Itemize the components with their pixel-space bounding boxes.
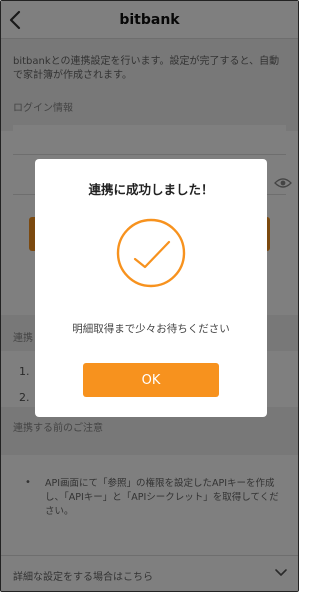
- dialog-title: 連携に成功しました！: [88, 182, 214, 197]
- ok-button[interactable]: OK: [83, 363, 219, 397]
- dialog-message: 明細取得まで少々お待ちください: [72, 323, 230, 335]
- app-frame: bitbank bitbankとの連携設定を行います。設定が完了すると、自動で家…: [0, 0, 299, 592]
- check-circle-icon: [116, 218, 186, 288]
- success-dialog: 連携に成功しました！ 明細取得まで少々お待ちください OK: [35, 159, 267, 417]
